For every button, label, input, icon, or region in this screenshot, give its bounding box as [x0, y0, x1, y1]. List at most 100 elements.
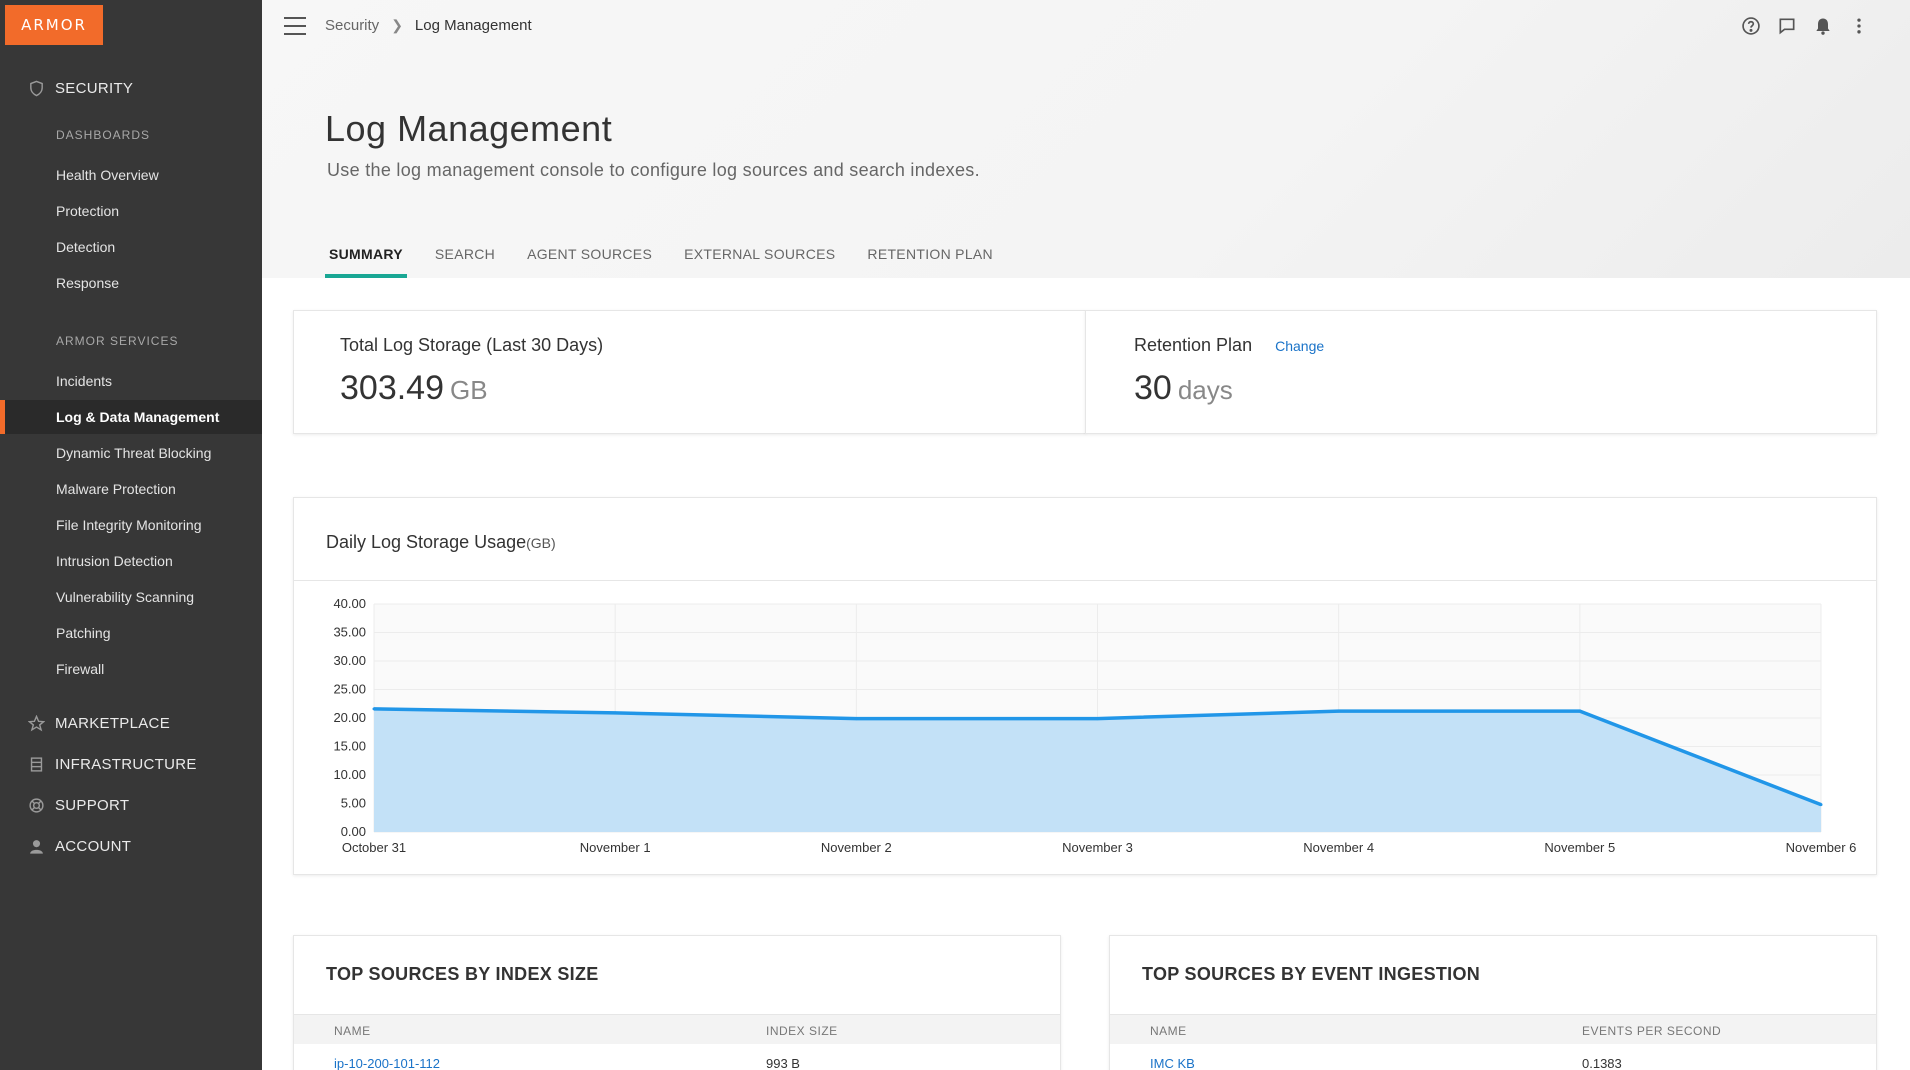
- page-subtitle: Use the log management console to config…: [327, 160, 980, 180]
- y-tick-label: 35.00: [333, 625, 366, 640]
- more-vertical-icon[interactable]: [1848, 14, 1870, 38]
- col-name[interactable]: NAME: [334, 1024, 371, 1038]
- data-point: [613, 711, 617, 715]
- nav-account-label: ACCOUNT: [55, 837, 132, 855]
- col-index-size[interactable]: INDEX SIZE: [766, 1024, 838, 1038]
- tab-summary[interactable]: SUMMARY: [325, 236, 407, 278]
- armor-logo[interactable]: ARMOR: [5, 5, 103, 45]
- series-area: [374, 708, 1821, 832]
- storage-number: 303.49: [340, 369, 444, 407]
- sidebar-item-protection[interactable]: Protection: [0, 194, 262, 228]
- breadcrumb-security[interactable]: Security: [325, 17, 379, 34]
- y-tick-label: 15.00: [333, 739, 366, 754]
- sidebar-item-patching[interactable]: Patching: [0, 616, 262, 650]
- tab-external-sources[interactable]: EXTERNAL SOURCES: [680, 236, 839, 278]
- tab-retention-plan[interactable]: RETENTION PLAN: [863, 236, 997, 278]
- sidebar-item-malware-protection[interactable]: Malware Protection: [0, 472, 262, 506]
- sidebar-item-log-data-management[interactable]: Log & Data Management: [0, 400, 262, 434]
- sidebar-item-file-integrity-monitoring[interactable]: File Integrity Monitoring: [0, 508, 262, 542]
- event-ingestion-header: NAME EVENTS PER SECOND: [1110, 1014, 1876, 1044]
- storage-card: Total Log Storage (Last 30 Days) 303.49 G…: [293, 310, 1086, 434]
- x-tick-label: November 4: [1303, 840, 1374, 855]
- y-tick-label: 0.00: [341, 824, 366, 839]
- shield-icon: [27, 79, 45, 97]
- col-events-per-second[interactable]: EVENTS PER SECOND: [1582, 1024, 1721, 1038]
- index-size-header: NAME INDEX SIZE: [294, 1014, 1060, 1044]
- page-title: Log Management: [325, 108, 613, 149]
- x-tick-label: October 31: [342, 840, 406, 855]
- tab-agent-sources[interactable]: AGENT SOURCES: [523, 236, 656, 278]
- tab-search[interactable]: SEARCH: [431, 236, 499, 278]
- star-icon: [27, 714, 45, 732]
- dashboards-heading: DASHBOARDS: [56, 128, 151, 142]
- lifebuoy-icon: [27, 796, 45, 814]
- chart-title-text: Daily Log Storage Usage: [326, 532, 527, 552]
- chart-title-unit: (GB): [526, 535, 556, 551]
- y-tick-label: 20.00: [333, 710, 366, 725]
- source-link[interactable]: IMC KB: [1150, 1056, 1195, 1070]
- source-link[interactable]: ip-10-200-101-112: [334, 1056, 440, 1070]
- sidebar-item-intrusion-detection[interactable]: Intrusion Detection: [0, 544, 262, 578]
- x-tick-label: November 6: [1786, 840, 1857, 855]
- sidebar: ARMOR SECURITY DASHBOARDS Health Overvie…: [0, 0, 262, 1070]
- user-icon: [27, 837, 45, 855]
- data-point: [1819, 803, 1823, 807]
- data-point: [1096, 717, 1099, 721]
- daily-storage-chart: 40.00 35.00 30.00 25.00 20.00 15.00 10.00 5.00 0…: [333, 596, 1857, 855]
- nav-support[interactable]: SUPPORT: [0, 790, 129, 820]
- sidebar-item-incidents[interactable]: Incidents: [0, 364, 262, 398]
- nav-marketplace-label: MARKETPLACE: [55, 714, 170, 732]
- events-per-second-value: 0.1383: [1582, 1056, 1622, 1070]
- chevron-right-icon: ❯: [391, 17, 403, 33]
- index-size-value: 993 B: [766, 1056, 800, 1070]
- x-tick-label: November 3: [1062, 840, 1133, 855]
- storage-label: Total Log Storage (Last 30 Days): [340, 335, 604, 355]
- nav-security-label: SECURITY: [55, 79, 134, 97]
- data-point: [372, 707, 376, 711]
- y-tick-label: 30.00: [333, 653, 366, 668]
- table-row: ip-10-200-101-112 993 B: [294, 1044, 1060, 1070]
- retention-label-row: Retention Plan Change: [1134, 335, 1324, 356]
- data-point: [1337, 709, 1341, 713]
- nav-infrastructure[interactable]: INFRASTRUCTURE: [0, 749, 197, 779]
- sidebar-item-detection[interactable]: Detection: [0, 230, 262, 264]
- index-size-title: TOP SOURCES BY INDEX SIZE: [326, 964, 599, 984]
- sidebar-item-firewall[interactable]: Firewall: [0, 652, 262, 686]
- breadcrumb-current: Log Management: [414, 17, 532, 34]
- storage-unit: GB: [450, 375, 488, 405]
- sidebar-item-response[interactable]: Response: [0, 266, 262, 300]
- data-point: [1578, 709, 1582, 713]
- y-tick-label: 40.00: [333, 596, 366, 611]
- event-ingestion-title: TOP SOURCES BY EVENT INGESTION: [1142, 964, 1481, 984]
- chart-card: Daily Log Storage Usage(GB) 40.00 35.00 30…: [293, 497, 1877, 875]
- nav-infrastructure-label: INFRASTRUCTURE: [55, 755, 197, 773]
- chat-icon[interactable]: [1776, 14, 1798, 38]
- nav-marketplace[interactable]: MARKETPLACE: [0, 708, 170, 738]
- change-retention-link[interactable]: Change: [1275, 338, 1324, 354]
- retention-card: Retention Plan Change 30 days: [1085, 310, 1877, 434]
- chart-divider: [294, 580, 1876, 581]
- help-icon[interactable]: [1740, 14, 1762, 38]
- y-tick-label: 10.00: [333, 767, 366, 782]
- data-point: [854, 717, 858, 721]
- hamburger-menu-icon[interactable]: [284, 17, 306, 35]
- sidebar-item-vulnerability-scanning[interactable]: Vulnerability Scanning: [0, 580, 262, 614]
- bell-icon[interactable]: [1812, 14, 1834, 38]
- sidebar-item-dynamic-threat-blocking[interactable]: Dynamic Threat Blocking: [0, 436, 262, 470]
- nav-account[interactable]: ACCOUNT: [0, 831, 131, 861]
- event-ingestion-card: TOP SOURCES BY EVENT INGESTION NAME EVEN…: [1109, 935, 1877, 1070]
- server-icon: [27, 755, 45, 773]
- sidebar-item-health-overview[interactable]: Health Overview: [0, 158, 262, 192]
- page-header: Security ❯ Log Management Log Management…: [262, 0, 1910, 278]
- header-actions: [1740, 14, 1870, 38]
- retention-value: 30 days: [1134, 369, 1233, 408]
- x-tick-label: November 5: [1544, 840, 1615, 855]
- retention-unit: days: [1177, 375, 1233, 405]
- x-tick-label: November 1: [580, 840, 651, 855]
- x-tick-label: November 2: [821, 840, 892, 855]
- nav-security[interactable]: SECURITY: [0, 73, 133, 103]
- retention-label: Retention Plan: [1134, 335, 1253, 355]
- tab-bar: SUMMARY SEARCH AGENT SOURCES EXTERNAL SO…: [325, 236, 1021, 278]
- y-tick-label: 25.00: [333, 682, 366, 697]
- col-name[interactable]: NAME: [1150, 1024, 1187, 1038]
